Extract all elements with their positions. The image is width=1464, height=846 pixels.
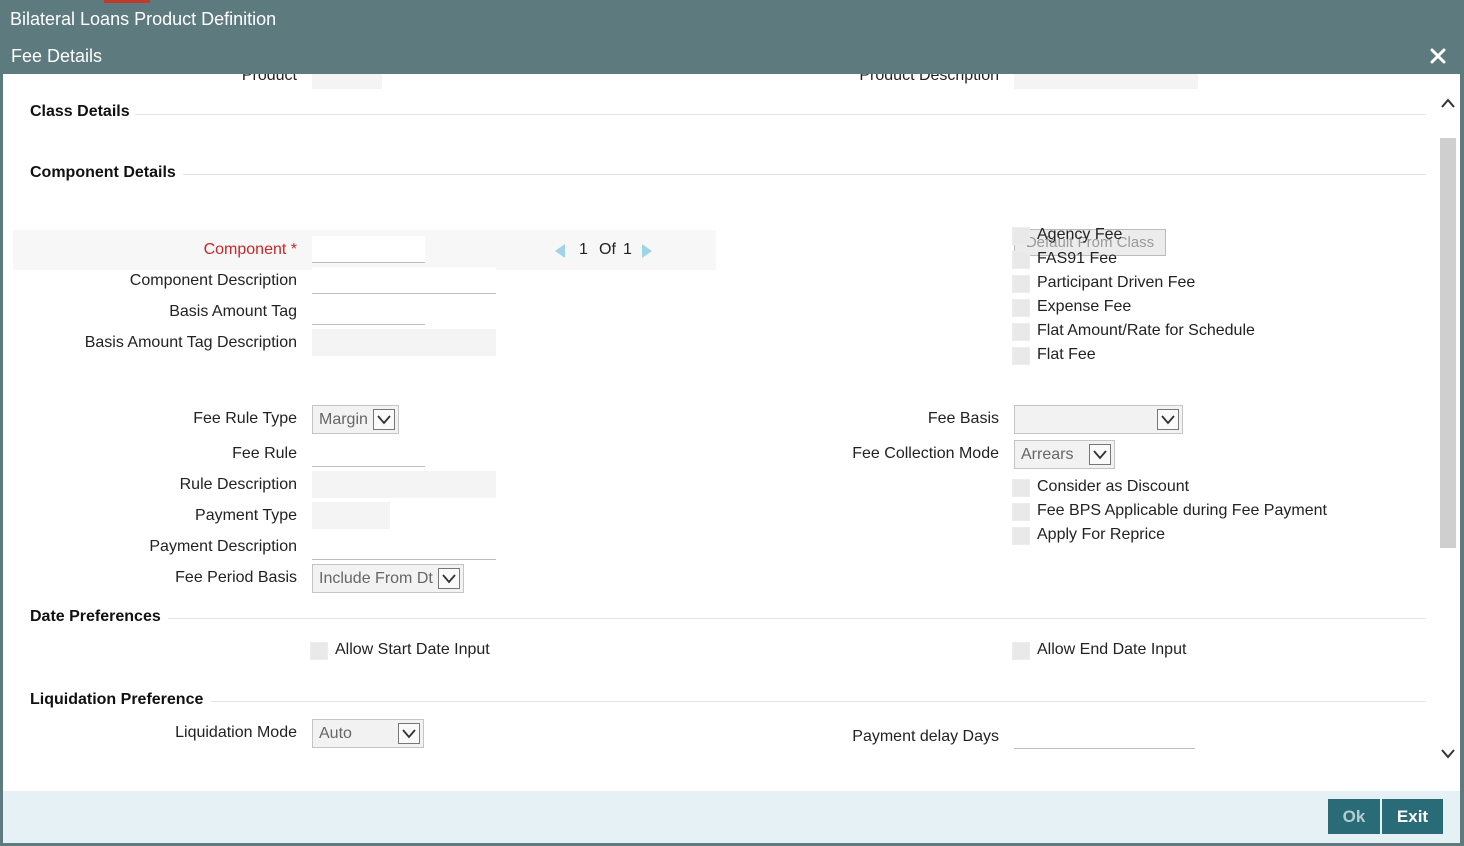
chevron-down-icon [398, 723, 420, 744]
window-right-border [1460, 38, 1464, 846]
chevron-down-icon [1089, 444, 1111, 465]
vertical-scrollbar[interactable] [1438, 74, 1458, 791]
previous-record-icon[interactable] [553, 243, 567, 264]
divider [211, 701, 1426, 702]
ok-button[interactable]: Ok [1328, 799, 1380, 834]
liquidation-mode-select[interactable]: Auto [312, 719, 424, 748]
fee-basis-label: Fee Basis [927, 410, 999, 427]
agency-fee-label: Agency Fee [1037, 226, 1123, 243]
payment-type-label: Payment Type [195, 507, 297, 524]
rule-description-label: Rule Description [179, 476, 297, 493]
fee-collection-mode-label: Fee Collection Mode [852, 445, 999, 462]
allow-end-date-input-checkbox[interactable] [1012, 642, 1030, 660]
rule-description-field[interactable] [312, 471, 496, 498]
section-date-preferences: Date Preferences [30, 608, 161, 625]
section-class-details: Class Details [30, 103, 130, 120]
exit-button[interactable]: Exit [1382, 799, 1443, 834]
consider-as-discount-label: Consider as Discount [1037, 478, 1190, 495]
liquidation-mode-label: Liquidation Mode [175, 724, 297, 741]
fee-rule-type-label: Fee Rule Type [193, 410, 297, 427]
fee-collection-mode-select[interactable]: Arrears [1014, 440, 1115, 469]
section-component-details: Component Details [30, 164, 176, 181]
fee-period-basis-label: Fee Period Basis [175, 569, 297, 586]
fee-period-basis-value: Include From Dt [319, 570, 433, 587]
window-title-accent [104, 0, 150, 3]
basis-amount-tag-label: Basis Amount Tag [169, 303, 297, 320]
flat-fee-checkbox[interactable] [1012, 347, 1030, 365]
apply-for-reprice-label: Apply For Reprice [1037, 526, 1166, 543]
consider-as-discount-checkbox[interactable] [1012, 479, 1030, 497]
pager-of: Of [599, 241, 616, 258]
payment-delay-days-input[interactable] [1014, 722, 1195, 749]
component-input[interactable] [312, 236, 425, 263]
participant-driven-fee-checkbox[interactable] [1012, 275, 1030, 293]
fee-rule-label: Fee Rule [232, 445, 297, 462]
fee-bps-applicable-label: Fee BPS Applicable during Fee Payment [1037, 502, 1327, 519]
payment-description-input[interactable] [312, 533, 496, 560]
flat-amount-rate-label: Flat Amount/Rate for Schedule [1037, 322, 1255, 339]
scrollbar-thumb[interactable] [1440, 138, 1456, 548]
divider [183, 174, 1426, 175]
fee-rule-input[interactable] [312, 440, 425, 467]
divider [168, 618, 1426, 619]
scroll-up-icon[interactable] [1440, 96, 1456, 114]
fee-details-dialog: Fee Details Product Product Description … [3, 38, 1460, 846]
expense-fee-label: Expense Fee [1037, 298, 1132, 315]
agency-fee-checkbox[interactable] [1012, 227, 1030, 245]
product-field[interactable] [312, 74, 382, 89]
component-description-input[interactable] [312, 267, 496, 294]
fee-bps-applicable-checkbox[interactable] [1012, 503, 1030, 521]
product-description-field[interactable] [1014, 74, 1198, 89]
fee-rule-type-select[interactable]: Margin [312, 405, 399, 434]
scroll-down-icon[interactable] [1440, 747, 1456, 765]
basis-amount-tag-description-label: Basis Amount Tag Description [84, 334, 297, 351]
next-record-icon[interactable] [640, 243, 654, 264]
product-label: Product [241, 74, 297, 84]
fas91-fee-checkbox[interactable] [1012, 251, 1030, 269]
fee-rule-type-value: Margin [319, 411, 368, 428]
payment-description-label: Payment Description [149, 538, 297, 555]
apply-for-reprice-checkbox[interactable] [1012, 527, 1030, 545]
allow-start-date-input-label: Allow Start Date Input [335, 641, 490, 658]
divider [135, 114, 1426, 115]
dialog-content: Product Product Description Class Detail… [3, 74, 1438, 791]
required-mark: * [290, 241, 297, 258]
dialog-footer: Ok Exit [3, 791, 1460, 843]
payment-delay-days-label: Payment delay Days [852, 728, 999, 745]
fas91-fee-label: FAS91 Fee [1037, 250, 1118, 267]
fee-period-basis-select[interactable]: Include From Dt [312, 564, 464, 593]
component-label: Component * [204, 241, 297, 259]
flat-fee-label: Flat Fee [1037, 346, 1096, 363]
expense-fee-checkbox[interactable] [1012, 299, 1030, 317]
basis-amount-tag-input[interactable] [312, 298, 425, 325]
section-liquidation-preference: Liquidation Preference [30, 691, 204, 708]
fee-collection-mode-value: Arrears [1021, 446, 1074, 463]
window-title-bar: Bilateral Loans Product Definition [0, 0, 1464, 38]
component-label-text: Component [203, 241, 287, 258]
pager-total: 1 [623, 241, 632, 258]
window-title: Bilateral Loans Product Definition [10, 9, 277, 29]
chevron-down-icon [438, 568, 460, 589]
dialog-title-bar: Fee Details [3, 38, 1460, 74]
allow-end-date-input-label: Allow End Date Input [1037, 641, 1187, 658]
chevron-down-icon [1157, 409, 1179, 430]
participant-driven-fee-label: Participant Driven Fee [1037, 274, 1196, 291]
flat-amount-rate-checkbox[interactable] [1012, 323, 1030, 341]
payment-type-field[interactable] [312, 502, 390, 529]
component-description-label: Component Description [129, 272, 297, 289]
pager-current: 1 [579, 241, 588, 258]
fee-basis-select[interactable] [1014, 405, 1183, 434]
allow-start-date-input-checkbox[interactable] [310, 642, 328, 660]
basis-amount-tag-description-field[interactable] [312, 329, 496, 356]
chevron-down-icon [373, 409, 395, 430]
close-icon[interactable] [1426, 44, 1450, 68]
dialog-title: Fee Details [11, 46, 103, 66]
liquidation-mode-value: Auto [319, 725, 352, 742]
product-description-label: Product Description [859, 74, 999, 84]
